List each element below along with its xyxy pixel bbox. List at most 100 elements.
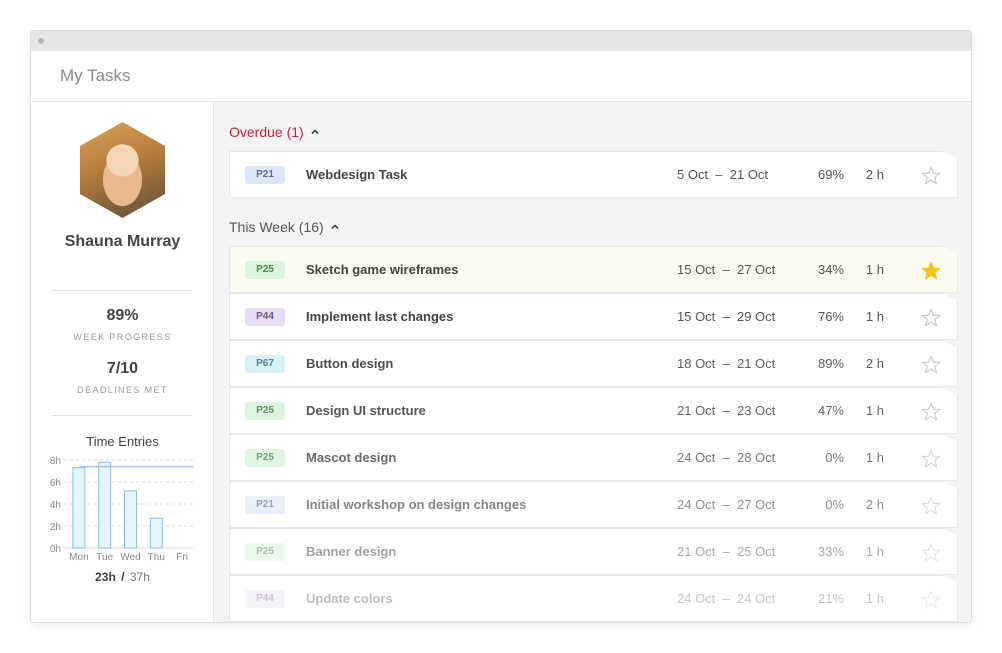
time-bar bbox=[98, 461, 112, 549]
project-badge[interactable]: P21 bbox=[245, 496, 285, 514]
project-badge[interactable]: P25 bbox=[245, 261, 285, 279]
task-hours: 1 h bbox=[865, 309, 884, 324]
x-tick-label: Fri bbox=[176, 552, 188, 563]
total-separator: / bbox=[121, 570, 125, 584]
project-badge[interactable]: P25 bbox=[245, 402, 285, 420]
star-icon[interactable] bbox=[920, 307, 942, 329]
task-dates: 15 Oct – 27 Oct bbox=[677, 262, 776, 277]
app-window: My Tasks Shauna Murray 89% WEEK PROGRESS… bbox=[30, 30, 972, 623]
deadlines-label: DEADLINES MET bbox=[77, 385, 168, 395]
divider bbox=[51, 290, 192, 291]
week-section-label: This Week (16) bbox=[229, 219, 324, 235]
task-title[interactable]: Mascot design bbox=[306, 450, 396, 465]
task-title[interactable]: Banner design bbox=[306, 544, 396, 559]
star-icon[interactable] bbox=[920, 495, 942, 517]
project-badge[interactable]: P44 bbox=[245, 308, 285, 326]
y-tick-label: 0h bbox=[50, 544, 61, 555]
task-dates: 24 Oct – 28 Oct bbox=[677, 450, 776, 465]
task-hours: 1 h bbox=[865, 403, 884, 418]
star-icon[interactable] bbox=[920, 165, 942, 187]
week-progress-value: 89% bbox=[106, 307, 139, 324]
project-badge[interactable]: P21 bbox=[245, 166, 285, 184]
window-dot[interactable] bbox=[38, 38, 44, 44]
chevron-up-icon bbox=[331, 224, 339, 230]
task-hours: 2 h bbox=[865, 167, 884, 182]
task-row[interactable]: P44 Update colors 24 Oct – 24 Oct 21% 1 h bbox=[229, 575, 958, 622]
y-tick-label: 8h bbox=[50, 456, 61, 467]
task-dates: 5 Oct – 21 Oct bbox=[677, 167, 769, 182]
task-row[interactable]: P21 Initial workshop on design changes 24 … bbox=[229, 481, 958, 528]
task-dates: 24 Oct – 24 Oct bbox=[677, 591, 776, 606]
task-row[interactable]: P25 Banner design 21 Oct – 25 Oct 33% 1 h bbox=[229, 528, 958, 575]
task-progress: 34% bbox=[817, 262, 844, 277]
time-entries-total: 23h / 37h bbox=[31, 570, 214, 584]
time-bar bbox=[149, 517, 163, 549]
user-name: Shauna Murray bbox=[64, 233, 181, 250]
page-header: My Tasks bbox=[31, 51, 971, 102]
task-hours: 2 h bbox=[865, 356, 884, 371]
task-progress: 76% bbox=[817, 309, 844, 324]
task-title[interactable]: Update colors bbox=[306, 591, 393, 606]
task-hours: 1 h bbox=[865, 544, 884, 559]
star-icon[interactable] bbox=[920, 448, 942, 470]
week-section-toggle[interactable]: This Week (16) bbox=[229, 219, 340, 235]
task-progress: 0% bbox=[825, 450, 844, 465]
task-row[interactable]: P25 Sketch game wireframes 15 Oct – 27 Oct… bbox=[229, 246, 958, 293]
y-tick-label: 6h bbox=[50, 478, 61, 489]
task-dates: 15 Oct – 29 Oct bbox=[677, 309, 776, 324]
x-tick-label: Thu bbox=[148, 552, 165, 563]
overdue-section-toggle[interactable]: Overdue (1) bbox=[229, 124, 320, 140]
chevron-up-icon bbox=[311, 129, 319, 135]
star-icon[interactable] bbox=[920, 401, 942, 423]
task-progress: 0% bbox=[825, 497, 844, 512]
time-bar bbox=[72, 467, 86, 549]
project-badge[interactable]: P67 bbox=[245, 355, 285, 373]
project-badge[interactable]: P25 bbox=[245, 543, 285, 561]
task-progress: 89% bbox=[817, 356, 844, 371]
x-tick-label: Mon bbox=[69, 552, 88, 563]
task-hours: 1 h bbox=[865, 591, 884, 606]
y-tick-label: 2h bbox=[50, 522, 61, 533]
task-title[interactable]: Initial workshop on design changes bbox=[306, 497, 526, 512]
task-row[interactable]: P25 Mascot design 24 Oct – 28 Oct 0% 1 h bbox=[229, 434, 958, 481]
time-entries-title: Time Entries bbox=[86, 434, 159, 449]
star-icon[interactable] bbox=[920, 260, 942, 282]
task-title[interactable]: Button design bbox=[306, 356, 393, 371]
task-title[interactable]: Sketch game wireframes bbox=[306, 262, 458, 277]
page-title: My Tasks bbox=[60, 66, 131, 85]
content-area: Shauna Murray 89% WEEK PROGRESS 7/10 DEA… bbox=[31, 102, 971, 622]
task-title[interactable]: Webdesign Task bbox=[306, 167, 407, 182]
x-tick-label: Tue bbox=[96, 552, 113, 563]
task-title[interactable]: Design UI structure bbox=[306, 403, 426, 418]
task-hours: 2 h bbox=[865, 497, 884, 512]
task-dates: 21 Oct – 25 Oct bbox=[677, 544, 776, 559]
star-icon[interactable] bbox=[920, 589, 942, 611]
task-row[interactable]: P67 Button design 18 Oct – 21 Oct 89% 2 h bbox=[229, 340, 958, 387]
total-done: 23h bbox=[95, 570, 116, 584]
avatar bbox=[80, 122, 165, 218]
task-dates: 18 Oct – 21 Oct bbox=[677, 356, 776, 371]
task-dates: 24 Oct – 27 Oct bbox=[677, 497, 776, 512]
time-entries-chart: 0h 2h 4h 6h 8h Mon Tue Wed Thu Fri bbox=[50, 456, 193, 563]
deadlines-value: 7/10 bbox=[106, 360, 139, 377]
profile-sidebar: Shauna Murray 89% WEEK PROGRESS 7/10 DEA… bbox=[31, 102, 214, 622]
project-badge[interactable]: P25 bbox=[245, 449, 285, 467]
star-icon[interactable] bbox=[920, 354, 942, 376]
task-title[interactable]: Implement last changes bbox=[306, 309, 453, 324]
task-row[interactable]: P44 Implement last changes 15 Oct – 29 Oct… bbox=[229, 293, 958, 340]
x-tick-label: Wed bbox=[120, 552, 140, 563]
project-badge[interactable]: P44 bbox=[245, 590, 285, 608]
total-all: 37h bbox=[129, 570, 150, 584]
task-hours: 1 h bbox=[865, 262, 884, 277]
task-row[interactable]: P21 Webdesign Task 5 Oct – 21 Oct 69% 2 h bbox=[229, 151, 958, 198]
time-bar bbox=[124, 490, 137, 549]
y-tick-label: 4h bbox=[50, 500, 61, 511]
star-icon[interactable] bbox=[920, 542, 942, 564]
task-row[interactable]: P25 Design UI structure 21 Oct – 23 Oct 47%… bbox=[229, 387, 958, 434]
task-progress: 33% bbox=[817, 544, 844, 559]
overdue-section-label: Overdue (1) bbox=[229, 124, 304, 140]
divider bbox=[51, 415, 192, 416]
title-bar bbox=[31, 31, 971, 51]
task-progress: 21% bbox=[817, 591, 844, 606]
week-progress-label: WEEK PROGRESS bbox=[73, 332, 172, 342]
